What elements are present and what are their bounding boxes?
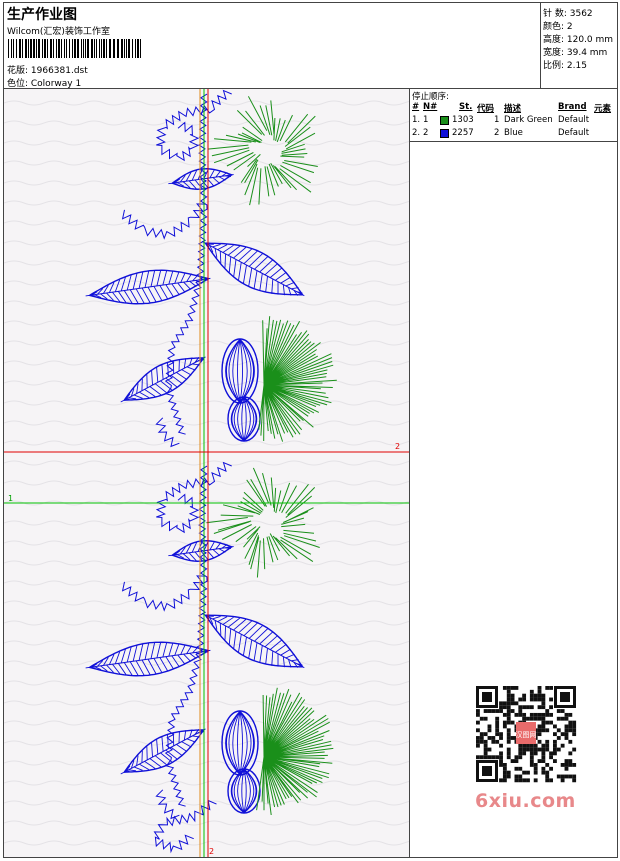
panel-divider	[409, 89, 410, 857]
stats-panel: 针 数: 3562 颜色: 2 高度: 120.0 mm 宽度: 39.4 mm…	[540, 3, 619, 89]
panel-bottom-rule	[410, 141, 618, 142]
stitch-count: 针 数: 3562	[543, 9, 593, 19]
color-count: 颜色: 2	[543, 22, 573, 32]
row-brand: Default	[558, 128, 590, 138]
qr-badge-text: 汉图网	[516, 731, 537, 739]
guide-label-green-h: 1	[8, 494, 14, 503]
col-code: 代码	[477, 104, 495, 114]
barcode	[8, 39, 141, 58]
stop-sequence-panel: 停止顺序: # N# St. 代码 描述 Brand 元素 1. 1 1303 …	[410, 89, 618, 141]
guide-label-red-v: 2	[209, 847, 215, 856]
design-preview: 2 1 2	[4, 89, 409, 857]
stop-sequence-title: 停止顺序:	[412, 92, 449, 102]
col-brand: Brand	[558, 102, 587, 112]
row-needle: 2	[423, 128, 429, 138]
row-brand: Default	[558, 115, 590, 125]
col-needle: N#	[423, 102, 438, 112]
row-desc: Dark Green	[504, 115, 553, 125]
color-swatch	[440, 116, 449, 125]
table-row[interactable]: 1. 1 1303 1 Dark Green Default	[410, 115, 618, 127]
col-num: #	[412, 102, 420, 112]
design-width: 宽度: 39.4 mm	[543, 48, 608, 58]
qr-code: 汉图网	[472, 682, 580, 786]
design-file: 花版: 1966381.dst	[7, 66, 88, 76]
worksheet-title: 生产作业图	[7, 7, 77, 23]
row-code: 1	[494, 115, 500, 125]
row-code: 2	[494, 128, 500, 138]
row-needle: 1	[423, 115, 429, 125]
col-stitches: St.	[459, 102, 473, 112]
stop-sequence-header: # N# St. 代码 描述 Brand 元素	[410, 102, 618, 114]
guide-label-red-h: 2	[395, 442, 401, 451]
row-stitches: 2257	[452, 128, 474, 138]
row-desc: Blue	[504, 128, 523, 138]
col-element: 元素	[594, 104, 612, 114]
color-swatch	[440, 129, 449, 138]
design-height: 高度: 120.0 mm	[543, 35, 614, 45]
table-row[interactable]: 2. 2 2257 2 Blue Default	[410, 128, 618, 140]
row-num: 2.	[412, 128, 421, 138]
header-info: 生产作业图 Wilcom(汇宏)装饰工作室 花版: 1966381.dst 色位…	[4, 3, 540, 89]
row-num: 1.	[412, 115, 421, 125]
watermark-site: 6xiu.com	[475, 790, 576, 812]
embroidery-canvas	[4, 89, 409, 857]
row-stitches: 1303	[452, 115, 474, 125]
company-name: Wilcom(汇宏)装饰工作室	[7, 27, 110, 37]
design-scale: 比例: 2.15	[543, 61, 587, 71]
col-desc: 描述	[504, 104, 522, 114]
